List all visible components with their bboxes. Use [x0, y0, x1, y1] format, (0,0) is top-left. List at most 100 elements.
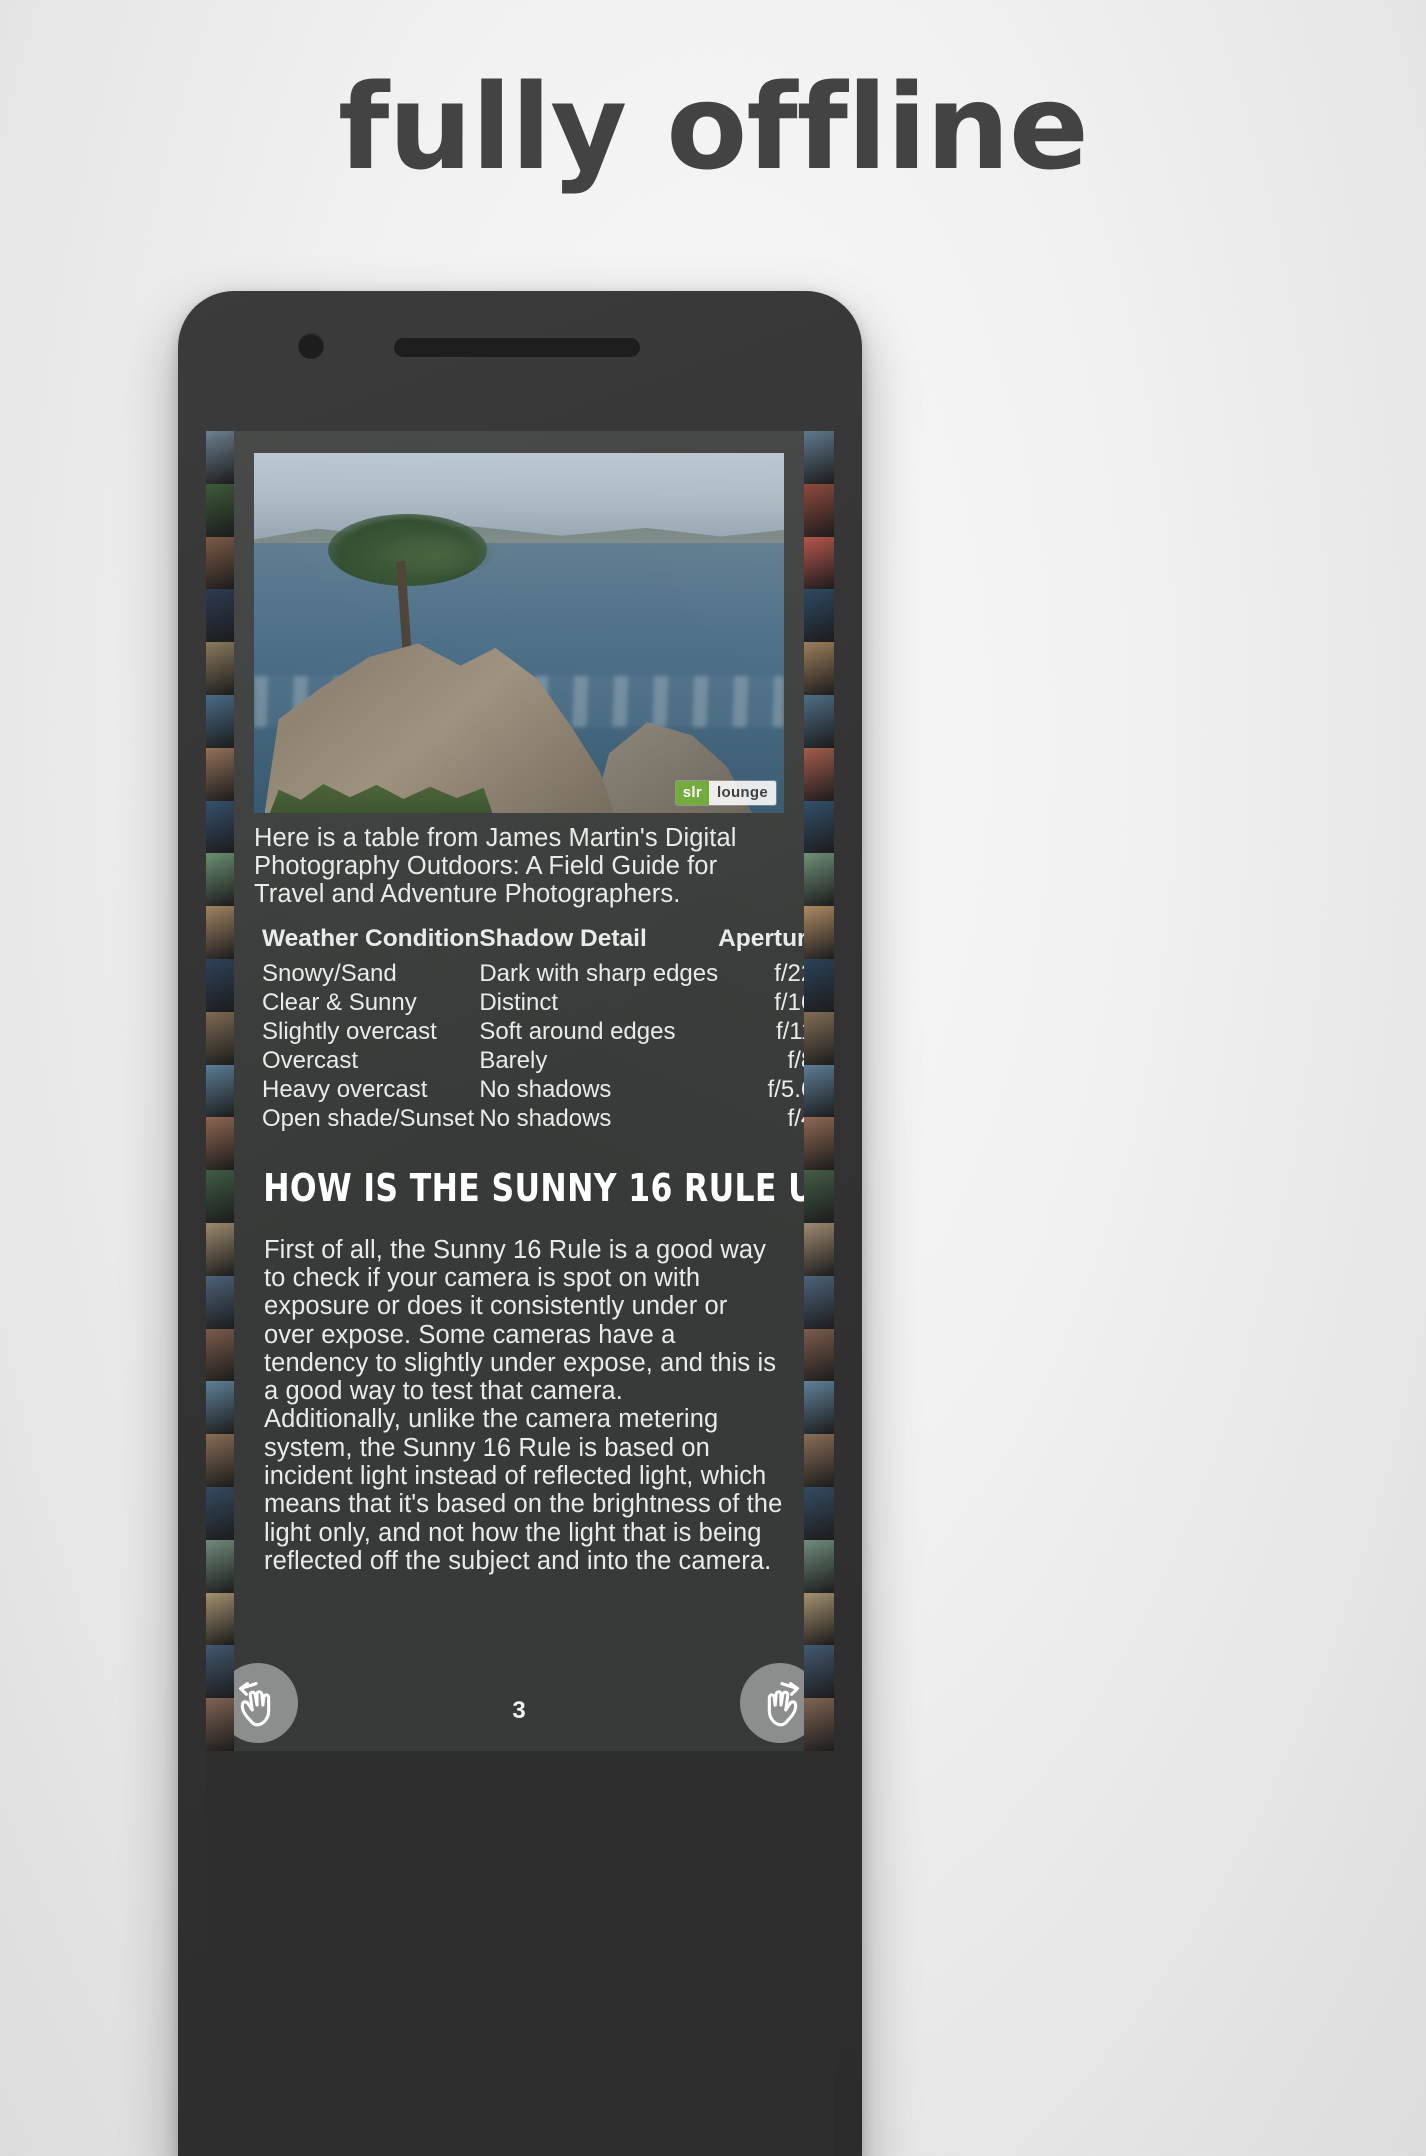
table-cell: Barely — [479, 1047, 548, 1075]
thumbnail-item[interactable] — [804, 431, 834, 484]
phone-bottom-bezel — [206, 1751, 834, 2156]
article-reader-pane[interactable]: slr lounge Here is a table from James Ma… — [234, 431, 804, 1751]
thumbnail-item[interactable] — [206, 1592, 234, 1646]
thumbnail-item[interactable] — [206, 800, 234, 854]
thumbnail-item[interactable] — [804, 1328, 834, 1382]
column-header-weather-condition: Weather Condition — [262, 925, 480, 953]
table-cell: Open shade/Sunset — [262, 1105, 475, 1133]
thumbnail-item[interactable] — [206, 1117, 234, 1171]
thumbnail-item[interactable] — [206, 1170, 234, 1223]
table-cell: f/5.6 — [767, 1076, 804, 1104]
thumbnail-item[interactable] — [206, 958, 234, 1012]
thumbnail-item[interactable] — [804, 1698, 834, 1751]
page-number: 3 — [512, 1697, 526, 1724]
reader-footer-nav: 3 — [234, 1659, 804, 1751]
article-paragraph-1: First of all, the Sunny 16 Rule is a goo… — [264, 1235, 777, 1406]
thumbnail-item[interactable] — [804, 589, 834, 643]
phone-top-bezel — [178, 291, 862, 431]
table-cell: f/11 — [775, 1018, 804, 1046]
section-heading: HOW IS THE SUNNY 16 RULE USEFUL? — [263, 1165, 804, 1210]
table-row: Open shade/SunsetNo shadows f/4 — [254, 1105, 804, 1134]
column-header-shadow-detail: Shadow Detail — [479, 925, 647, 953]
weather-aperture-table: Weather Condition Shadow Detail Aperture… — [254, 927, 804, 1134]
table-cell: f/8 — [787, 1047, 804, 1075]
thumbnail-item[interactable] — [804, 1486, 834, 1540]
thumbnail-item[interactable] — [804, 958, 834, 1012]
thumbnail-item[interactable] — [804, 1645, 834, 1699]
thumbnail-item[interactable] — [206, 1064, 234, 1118]
thumbnail-item[interactable] — [206, 1222, 234, 1276]
thumbnail-item[interactable] — [804, 1434, 834, 1487]
table-cell: Snowy/Sand — [262, 960, 397, 988]
table-cell: Distinct — [479, 989, 559, 1017]
front-camera-icon — [298, 333, 324, 359]
page-title: fully offline — [338, 58, 1089, 196]
thumbnail-item[interactable] — [206, 1486, 234, 1540]
phone-screen: slr lounge Here is a table from James Ma… — [206, 431, 834, 1751]
thumbnail-item[interactable] — [804, 1592, 834, 1646]
thumbnail-item[interactable] — [206, 694, 234, 748]
thumbnail-strip-left[interactable] — [206, 431, 234, 1751]
table-row: Snowy/Sand Dark with sharp edges f/22 — [254, 960, 804, 989]
thumbnail-item[interactable] — [206, 642, 234, 695]
watermark-lounge-label: lounge — [709, 781, 776, 805]
thumbnail-item[interactable] — [804, 853, 834, 907]
table-cell: No shadows — [479, 1105, 612, 1133]
table-cell: Overcast — [262, 1047, 359, 1075]
thumbnail-item[interactable] — [804, 747, 834, 801]
thumbnail-item[interactable] — [804, 1064, 834, 1118]
table-row: Overcast Barely f/8 — [254, 1047, 804, 1076]
thumbnail-item[interactable] — [206, 1011, 234, 1065]
thumbnail-item[interactable] — [206, 589, 234, 643]
thumbnail-item[interactable] — [206, 1328, 234, 1382]
thumbnail-item[interactable] — [804, 1011, 834, 1065]
table-row: Clear & Sunny Distinct f/16 — [254, 989, 804, 1018]
table-cell: Slightly overcast — [262, 1018, 437, 1046]
article-intro-paragraph: Here is a table from James Martin's Digi… — [254, 824, 737, 909]
swipe-right-glyph — [767, 1682, 799, 1727]
table-cell: No shadows — [479, 1076, 612, 1104]
thumbnail-item[interactable] — [206, 1381, 234, 1435]
thumbnail-item[interactable] — [206, 1698, 234, 1751]
thumbnail-item[interactable] — [206, 431, 234, 484]
thumbnail-item[interactable] — [206, 1275, 234, 1329]
thumbnail-item[interactable] — [206, 747, 234, 801]
table-cell: f/16 — [774, 989, 804, 1017]
thumbnail-item[interactable] — [804, 694, 834, 748]
slr-lounge-watermark: slr lounge — [675, 781, 776, 805]
watermark-slr-label: slr — [675, 781, 710, 805]
earpiece-speaker-icon — [394, 338, 640, 357]
table-header-row: Weather Condition Shadow Detail Aperture — [254, 927, 804, 960]
thumbnail-item[interactable] — [804, 800, 834, 854]
table-cell: f/22 — [774, 960, 804, 988]
table-row: Slightly overcast Soft around edges f/11 — [254, 1018, 804, 1047]
thumbnail-item[interactable] — [206, 1539, 234, 1593]
thumbnail-item[interactable] — [206, 483, 234, 537]
thumbnail-item[interactable] — [804, 1170, 834, 1223]
thumbnail-item[interactable] — [804, 1275, 834, 1329]
table-cell: Soft around edges — [479, 1018, 676, 1046]
article-hero-photo: slr lounge — [254, 453, 784, 813]
thumbnail-item[interactable] — [206, 1434, 234, 1487]
article-paragraph-2: Additionally, unlike the camera metering… — [264, 1405, 783, 1575]
phone-device-frame: slr lounge Here is a table from James Ma… — [178, 291, 862, 2156]
thumbnail-item[interactable] — [804, 1117, 834, 1171]
table-cell: Clear & Sunny — [262, 989, 417, 1017]
thumbnail-item[interactable] — [804, 1222, 834, 1276]
column-header-aperture: Aperture — [718, 925, 804, 953]
thumbnail-item[interactable] — [804, 536, 834, 590]
table-row: Heavy overcast No shadows f/5.6 — [254, 1076, 804, 1105]
table-cell: Heavy overcast — [262, 1076, 428, 1104]
thumbnail-item[interactable] — [206, 536, 234, 590]
thumbnail-item[interactable] — [804, 483, 834, 537]
thumbnail-item[interactable] — [206, 906, 234, 959]
thumbnail-item[interactable] — [206, 1645, 234, 1699]
thumbnail-item[interactable] — [804, 906, 834, 959]
swipe-right-hand-icon[interactable] — [740, 1663, 804, 1743]
table-cell: Dark with sharp edges — [479, 960, 719, 988]
thumbnail-item[interactable] — [804, 1381, 834, 1435]
thumbnail-item[interactable] — [804, 1539, 834, 1593]
thumbnail-item[interactable] — [804, 642, 834, 695]
thumbnail-strip-right[interactable] — [804, 431, 834, 1751]
thumbnail-item[interactable] — [206, 853, 234, 907]
